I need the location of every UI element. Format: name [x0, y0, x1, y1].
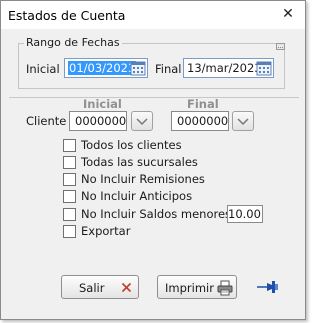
checkbox-no-incluir-saldos[interactable]	[63, 208, 76, 221]
calendar-icon[interactable]	[256, 60, 272, 76]
calendar-icon[interactable]	[130, 60, 146, 76]
title-bar: Estados de Cuenta ✕	[1, 1, 305, 29]
estados-de-cuenta-dialog: Estados de Cuenta ✕ Rango de Fechas ... …	[0, 0, 306, 320]
fecha-inicial-field[interactable]: 01/03/2023	[64, 58, 148, 78]
fecha-final-label: Final	[155, 62, 182, 76]
fecha-inicial-value: 01/03/2023	[68, 61, 137, 75]
cliente-inicial-dropdown[interactable]	[131, 111, 153, 131]
checkbox-label: No Incluir Saldos menores a:	[81, 207, 246, 221]
salir-label: Salir	[79, 281, 105, 295]
cliente-final-field[interactable]: 0000000	[171, 111, 229, 131]
chevron-down-icon	[136, 118, 148, 126]
cliente-label: Cliente	[26, 114, 67, 128]
fecha-inicial-label: Inicial	[26, 62, 60, 76]
checkbox-label: No Incluir Anticipos	[81, 189, 193, 203]
close-icon[interactable]: ✕	[277, 3, 299, 25]
fecha-final-field[interactable]: 13/mar/2023	[183, 58, 274, 78]
printer-icon	[217, 280, 233, 296]
checkbox-label: No Incluir Remisiones	[81, 172, 205, 186]
cliente-final-dropdown[interactable]	[232, 111, 254, 131]
saldo-minimo-field[interactable]: 10.00	[227, 205, 263, 223]
cliente-inicial-field[interactable]: 0000000	[69, 111, 127, 131]
salir-button[interactable]: Salir	[61, 275, 139, 299]
pin-icon[interactable]	[256, 279, 280, 295]
rango-fechas-legend: Rango de Fechas	[24, 36, 122, 49]
checkbox-todas-sucursales[interactable]	[63, 156, 76, 169]
checkbox-no-incluir-anticipos[interactable]	[63, 190, 76, 203]
checkbox-label: Todos los clientes	[81, 138, 182, 152]
imprimir-button[interactable]: Imprimir	[157, 275, 237, 299]
cliente-inicial-value: 0000000	[75, 114, 127, 128]
window-title: Estados de Cuenta	[8, 8, 126, 23]
checkbox-exportar[interactable]	[63, 225, 76, 238]
cliente-final-value: 0000000	[177, 114, 229, 128]
cliente-col-final: Final	[187, 97, 219, 111]
checkbox-label: Exportar	[81, 224, 131, 238]
checkbox-todos-clientes[interactable]	[63, 139, 76, 152]
checkbox-label: Todas las sucursales	[81, 155, 198, 169]
chevron-down-icon	[237, 118, 249, 126]
imprimir-label: Imprimir	[165, 281, 214, 295]
group-menu-button[interactable]: ...	[276, 43, 285, 50]
cliente-col-inicial: Inicial	[83, 97, 122, 111]
divider	[9, 97, 299, 98]
fecha-final-value: 13/mar/2023	[187, 61, 262, 75]
close-x-icon	[121, 282, 132, 293]
checkbox-no-incluir-remisiones[interactable]	[63, 173, 76, 186]
